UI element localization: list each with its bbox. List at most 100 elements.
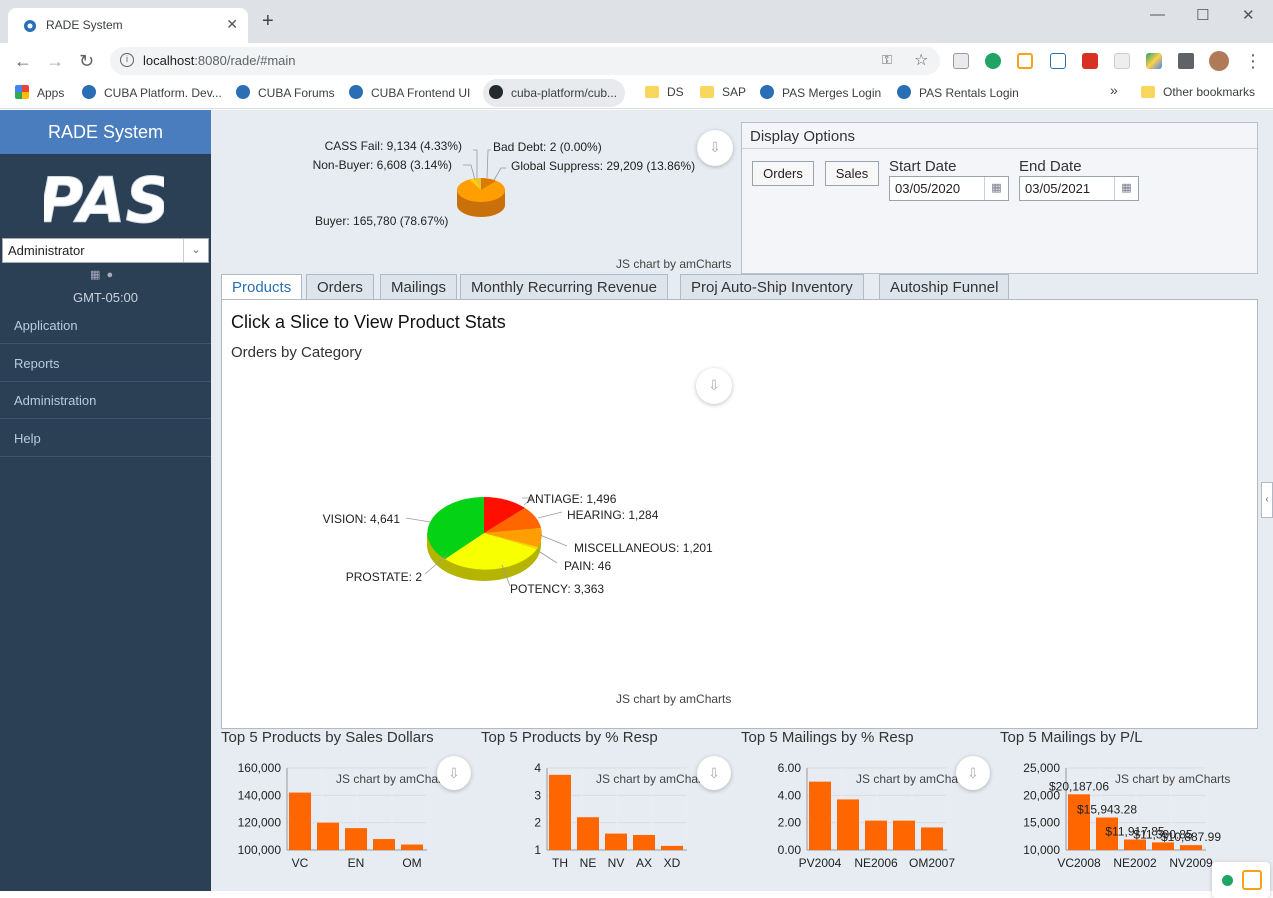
extension-doc-icon[interactable] xyxy=(1050,53,1066,69)
user-select[interactable]: Administrator ⌄ xyxy=(2,238,209,263)
browser-tabstrip: RADE System ✕ + — ☐ ✕ xyxy=(0,0,1273,43)
extensions-puzzle-icon[interactable] xyxy=(1178,53,1194,69)
reload-icon[interactable]: ↻ xyxy=(79,51,94,72)
bar-data-label: $15,943.28 xyxy=(1077,803,1137,817)
bookmark-other[interactable]: Other bookmarks xyxy=(1141,85,1255,99)
bar-data-label: $10,887.99 xyxy=(1161,830,1221,844)
calendar-icon[interactable]: ▦ xyxy=(984,177,1008,200)
bookmark-ds[interactable]: DS xyxy=(645,85,684,99)
bar[interactable] xyxy=(809,781,831,850)
close-tab-icon[interactable]: ✕ xyxy=(226,16,238,33)
amcharts-credit: JS chart by amCharts xyxy=(856,772,971,786)
menu-help[interactable]: Help xyxy=(0,420,211,457)
bookmarks-overflow-icon[interactable]: » xyxy=(1110,82,1118,98)
bar[interactable] xyxy=(577,817,599,850)
bar[interactable] xyxy=(549,774,571,850)
y-tick-label: 160,000 xyxy=(238,761,282,775)
download-icon[interactable]: ⇩ xyxy=(437,756,471,790)
tab-proj-auto-ship-inventory[interactable]: Proj Auto-Ship Inventory xyxy=(680,274,864,300)
bar[interactable] xyxy=(345,828,367,850)
amcharts-credit: JS chart by amCharts xyxy=(596,772,711,786)
pdf-icon[interactable] xyxy=(1082,53,1098,69)
maximize-icon[interactable]: ☐ xyxy=(1196,6,1209,24)
forward-icon[interactable]: → xyxy=(46,51,64,72)
bar[interactable] xyxy=(633,834,655,850)
profile-avatar[interactable] xyxy=(1209,51,1229,71)
display-options-title: Display Options xyxy=(742,123,1257,149)
floating-widget[interactable] xyxy=(1212,862,1270,898)
y-tick-label: 140,000 xyxy=(238,788,282,802)
right-panel-toggle[interactable]: ‹ xyxy=(1261,482,1273,518)
folder-icon xyxy=(700,86,714,98)
cast-icon[interactable] xyxy=(953,53,969,69)
grid-icon[interactable]: ▦ xyxy=(90,269,100,281)
bar[interactable] xyxy=(661,845,683,850)
browser-menu-icon[interactable]: ⋮ xyxy=(1244,51,1262,72)
end-date-field[interactable]: 03/05/2021 ▦ xyxy=(1019,176,1139,201)
extension-r-icon xyxy=(1242,870,1262,890)
close-window-icon[interactable]: ✕ xyxy=(1242,6,1255,24)
menu-application[interactable]: Application xyxy=(0,307,211,344)
y-tick-label: 4.00 xyxy=(778,788,802,802)
bar[interactable] xyxy=(317,822,339,850)
bar[interactable] xyxy=(289,792,311,850)
tab-mailings[interactable]: Mailings xyxy=(380,274,458,300)
pie-label-prostate: PROSTATE: 2 xyxy=(346,570,423,584)
start-date-field[interactable]: 03/05/2020 ▦ xyxy=(889,176,1009,201)
chevron-down-icon[interactable]: ⌄ xyxy=(183,239,208,262)
download-icon[interactable]: ⇩ xyxy=(697,756,731,790)
cuba-icon xyxy=(236,85,250,99)
bar[interactable] xyxy=(401,844,423,850)
download-icon[interactable]: ⇩ xyxy=(956,756,990,790)
address-bar[interactable]: i localhost:8080/rade/#main ⚿ ☆ xyxy=(110,47,940,75)
calendar-icon[interactable]: ▦ xyxy=(1114,177,1138,200)
bookmark-cuba-github[interactable]: cuba-platform/cub... xyxy=(483,79,626,107)
extension-grid-icon[interactable] xyxy=(1114,53,1130,69)
menu-reports[interactable]: Reports xyxy=(0,345,211,382)
pie-label-pain: PAIN: 46 xyxy=(564,559,611,573)
y-tick-label: 2.00 xyxy=(778,816,802,830)
extension-r-icon[interactable] xyxy=(1017,53,1033,69)
bar-data-label: $20,187.06 xyxy=(1049,779,1109,793)
bookmark-pas-rentals[interactable]: PAS Rentals Login xyxy=(897,85,1019,100)
extension-green-icon[interactable] xyxy=(985,53,1001,69)
bookmark-cuba-platform[interactable]: CUBA Platform. Dev... xyxy=(82,85,222,100)
bookmark-pas-merges[interactable]: PAS Merges Login xyxy=(760,85,881,100)
drive-icon[interactable] xyxy=(1146,53,1162,69)
tab-autoship-funnel[interactable]: Autoship Funnel xyxy=(879,274,1010,300)
site-info-icon[interactable]: i xyxy=(120,53,134,67)
bookmark-apps[interactable]: Apps xyxy=(15,85,64,100)
bar[interactable] xyxy=(1180,845,1202,850)
menu-administration[interactable]: Administration xyxy=(0,382,211,419)
minimize-icon[interactable]: — xyxy=(1150,6,1165,23)
bar[interactable] xyxy=(865,820,887,850)
bar[interactable] xyxy=(605,833,627,850)
bar[interactable] xyxy=(837,799,859,850)
bookmark-cuba-frontend[interactable]: CUBA Frontend UI xyxy=(349,85,470,100)
new-tab-icon[interactable]: + xyxy=(262,11,274,31)
bar[interactable] xyxy=(921,827,943,850)
x-tick-label: NE xyxy=(580,856,597,870)
tab-monthly-recurring-revenue[interactable]: Monthly Recurring Revenue xyxy=(460,274,668,300)
products-panel: Click a Slice to View Product Stats Orde… xyxy=(221,299,1258,729)
sidebar-icons: ▦ ● xyxy=(90,268,113,281)
end-date-value: 03/05/2021 xyxy=(1025,181,1091,196)
bookmark-sap[interactable]: SAP xyxy=(700,85,746,99)
key-icon[interactable]: ⚿ xyxy=(882,52,892,68)
orders-button[interactable]: Orders xyxy=(752,161,814,186)
back-icon[interactable]: ← xyxy=(14,51,32,72)
star-icon[interactable]: ☆ xyxy=(914,50,928,70)
browser-toolbar: ← → ↻ i localhost:8080/rade/#main ⚿ ☆ ⋮ xyxy=(0,43,1273,79)
download-icon[interactable]: ⇩ xyxy=(697,130,733,166)
tab-orders[interactable]: Orders xyxy=(306,274,374,300)
download-icon[interactable]: ⇩ xyxy=(696,368,732,404)
sales-button[interactable]: Sales xyxy=(825,161,879,186)
bar[interactable] xyxy=(893,820,915,850)
user-icon[interactable]: ● xyxy=(107,269,114,281)
tab-products[interactable]: Products xyxy=(221,274,303,301)
bookmark-cuba-forums[interactable]: CUBA Forums xyxy=(236,85,335,100)
browser-tab[interactable]: RADE System ✕ xyxy=(8,8,248,43)
bar[interactable] xyxy=(373,839,395,850)
top-pie-3d[interactable] xyxy=(457,178,505,217)
sidebar: RADE System PAS Administrator ⌄ ▦ ● GMT-… xyxy=(0,110,211,891)
